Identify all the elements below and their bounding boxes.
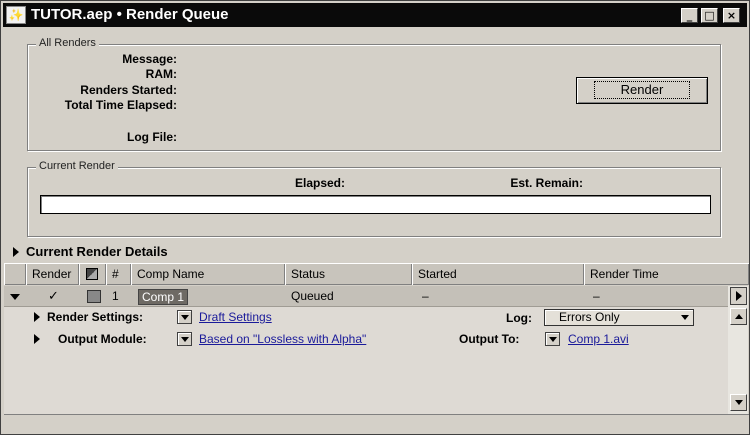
log-file-label: Log File: [127, 130, 177, 144]
status-cell: Queued [291, 289, 334, 303]
window-title: TUTOR.aep • Render Queue [31, 6, 229, 23]
column-header-render-time[interactable]: Render Time [584, 264, 749, 285]
output-module-label: Output Module: [58, 332, 147, 346]
column-header-render[interactable]: Render [26, 264, 79, 285]
after-effects-app-icon: ✨ [6, 6, 26, 24]
renders-started-label: Renders Started: [80, 83, 177, 97]
output-to-dropdown-button[interactable] [545, 332, 560, 346]
queue-item-number: 1 [112, 289, 119, 303]
minimize-button[interactable]: _ [681, 8, 698, 23]
label-color-swatch[interactable] [87, 290, 101, 303]
label-color-icon [86, 268, 98, 280]
queue-item-row[interactable]: ✓ 1 Comp 1 Queued – – [4, 286, 728, 307]
all-renders-group-label: All Renders [36, 37, 99, 49]
render-queue-window: ✨ TUTOR.aep • Render Queue _ □ × All Ren… [0, 0, 750, 435]
column-header-number[interactable]: # [106, 264, 131, 285]
horizontal-scrollbar[interactable] [4, 414, 749, 433]
elapsed-label: Elapsed: [294, 176, 345, 190]
output-module-expand-icon[interactable] [34, 334, 40, 344]
current-render-group-label: Current Render [36, 160, 118, 172]
output-to-label: Output To: [459, 332, 520, 346]
render-queue-list: ✓ 1 Comp 1 Queued – – [4, 286, 728, 414]
render-checkbox[interactable]: ✓ [48, 290, 61, 303]
render-settings-link[interactable]: Draft Settings [199, 310, 272, 324]
output-module-dropdown-button[interactable] [177, 332, 192, 346]
render-settings-dropdown-button[interactable] [177, 310, 192, 324]
close-button[interactable]: × [723, 8, 740, 23]
render-settings-expand-icon[interactable] [34, 312, 40, 322]
message-label: Message: [122, 52, 177, 66]
expand-panel-button[interactable] [730, 287, 747, 305]
chevron-down-icon [681, 315, 689, 320]
column-header-status[interactable]: Status [285, 264, 412, 285]
scroll-down-button[interactable] [730, 394, 747, 411]
comp-name-cell[interactable]: Comp 1 [138, 289, 189, 305]
output-module-link[interactable]: Based on "Lossless with Alpha" [199, 332, 366, 346]
output-to-link[interactable]: Comp 1.avi [568, 332, 629, 346]
log-select-value: Errors Only [559, 310, 620, 324]
column-header-label[interactable] [79, 264, 106, 285]
render-button[interactable]: Render [576, 77, 708, 104]
current-render-details-label: Current Render Details [26, 244, 168, 259]
expand-triangle-icon [13, 247, 19, 257]
render-time-cell: – [593, 289, 600, 303]
arrow-up-icon [735, 314, 743, 319]
started-cell: – [422, 289, 429, 303]
maximize-button[interactable]: □ [701, 8, 718, 23]
play-arrow-icon [736, 291, 742, 301]
column-header-comp-name[interactable]: Comp Name [131, 264, 285, 285]
vertical-scrollbar[interactable] [728, 286, 748, 414]
total-time-elapsed-label: Total Time Elapsed: [64, 98, 177, 112]
render-button-label: Render [593, 81, 691, 99]
render-settings-label: Render Settings: [47, 310, 144, 324]
ram-label: RAM: [145, 67, 177, 81]
log-select[interactable]: Errors Only [544, 309, 694, 326]
title-bar[interactable]: ✨ TUTOR.aep • Render Queue _ □ × [3, 3, 747, 27]
render-progress-bar [40, 195, 711, 214]
column-header-started[interactable]: Started [412, 264, 584, 285]
column-header-expander [4, 264, 26, 285]
est-remain-label: Est. Remain: [510, 176, 583, 190]
log-label: Log: [506, 311, 532, 325]
scroll-up-button[interactable] [730, 308, 747, 325]
collapse-triangle-icon[interactable] [10, 294, 20, 300]
arrow-down-icon [735, 400, 743, 405]
queue-column-headers: Render # Comp Name Status Started Render… [4, 263, 749, 285]
current-render-details-toggle[interactable]: Current Render Details [13, 244, 168, 259]
